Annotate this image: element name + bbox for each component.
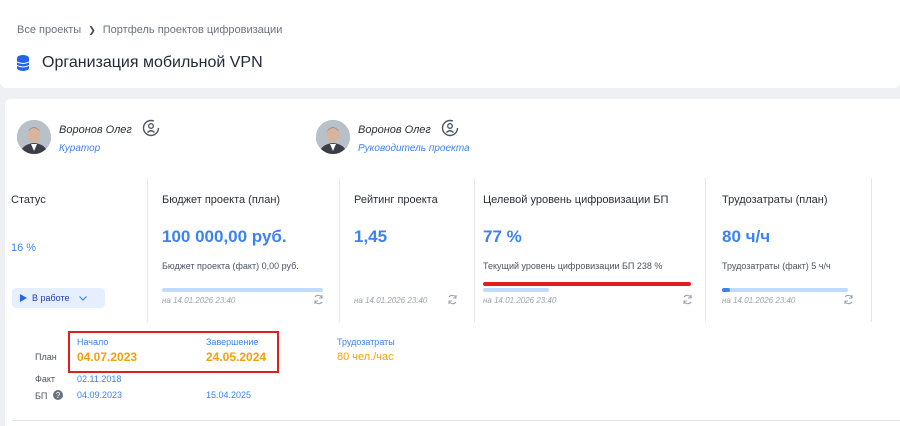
- status-state-label: В работе: [32, 293, 70, 303]
- labor-metric: Трудозатраты (план) 80 ч/ч Трудозатраты …: [706, 178, 872, 322]
- status-dropdown[interactable]: В работе: [12, 288, 105, 308]
- breadcrumb-root-link[interactable]: Все проекты: [17, 24, 81, 36]
- rating-title: Рейтинг проекта: [354, 194, 438, 206]
- project-title: Организация мобильной VPN: [42, 54, 263, 71]
- page-header: Все проекты ❯ Портфель проектов цифровиз…: [0, 0, 900, 88]
- digitalization-value: 77 %: [483, 227, 522, 246]
- bp-label: БП: [35, 391, 48, 401]
- status-metric: Статус 16 % В работе: [5, 178, 148, 322]
- breadcrumb: Все проекты ❯ Портфель проектов цифровиз…: [17, 24, 282, 36]
- avatar[interactable]: [316, 120, 350, 154]
- refresh-icon[interactable]: [682, 294, 693, 305]
- digitalization-title: Целевой уровень цифровизации БП: [483, 194, 669, 206]
- play-icon: [20, 294, 27, 302]
- digitalization-current: Текущий уровень цифровизации БП 238 %: [483, 261, 663, 271]
- start-header: Начало: [77, 337, 109, 347]
- labor-title: Трудозатраты (план): [722, 194, 828, 206]
- chevron-down-icon: [78, 295, 87, 301]
- bp-start-date: 04.09.2023: [77, 390, 123, 400]
- digitalization-metric: Целевой уровень цифровизации БП 77 % Тек…: [475, 178, 706, 322]
- rating-timestamp: на 14.01.2026 23:40: [354, 296, 428, 305]
- budget-timestamp: на 14.01.2026 23:40: [162, 296, 236, 305]
- user-refresh-icon[interactable]: [440, 118, 460, 138]
- rating-metric: Рейтинг проекта 1,45 на 14.01.2026 23:40: [340, 178, 475, 322]
- refresh-icon[interactable]: [313, 294, 324, 305]
- avatar[interactable]: [17, 120, 51, 154]
- bp-row-label: БП ?: [35, 390, 63, 401]
- refresh-icon[interactable]: [843, 294, 854, 305]
- section-divider: [12, 420, 900, 421]
- plan-start-date: 04.07.2023: [77, 350, 138, 364]
- digitalization-timestamp: на 14.01.2026 23:40: [483, 296, 557, 305]
- budget-fact: Бюджет проекта (факт) 0,00 руб.: [162, 261, 299, 271]
- avatar-portrait-icon: [17, 120, 51, 154]
- rating-value: 1,45: [354, 227, 388, 246]
- plan-row-label: План: [35, 352, 57, 362]
- avatar-portrait-icon: [316, 120, 350, 154]
- database-icon: [17, 55, 29, 71]
- status-percent: 16 %: [11, 242, 37, 254]
- bp-end-date: 15.04.2025: [206, 390, 252, 400]
- svg-text:?: ?: [56, 391, 61, 400]
- curator-name: Воронов Олег: [59, 124, 132, 136]
- fact-row-label: Факт: [35, 374, 56, 384]
- annotation-underline: [483, 282, 691, 286]
- curator-role: Куратор: [59, 143, 101, 154]
- fact-start-date: 02.11.2018: [77, 374, 122, 384]
- plan-end-date: 24.05.2024: [206, 350, 267, 364]
- budget-metric: Бюджет проекта (план) 100 000,00 руб. Бю…: [148, 178, 340, 322]
- budget-progress-bar: [162, 288, 323, 292]
- metrics-row: Статус 16 % В работе Бюджет проекта (пла…: [5, 178, 900, 322]
- page-title: Организация мобильной VPN: [17, 54, 263, 72]
- status-title: Статус: [11, 194, 46, 206]
- budget-value: 100 000,00 руб.: [162, 227, 287, 246]
- breadcrumb-current-link[interactable]: Портфель проектов цифровизации: [103, 24, 283, 36]
- user-refresh-icon[interactable]: [141, 118, 161, 138]
- labor-header: Трудозатраты: [337, 337, 395, 347]
- end-header: Завершение: [206, 337, 259, 347]
- help-icon[interactable]: ?: [52, 390, 63, 400]
- curator-person: Воронов Олег Куратор: [17, 118, 161, 154]
- labor-value: 80 ч/ч: [722, 227, 771, 246]
- chevron-right-icon: ❯: [88, 24, 96, 35]
- labor-progress-bar: [722, 288, 848, 292]
- digitalization-progress-bar: [483, 288, 549, 292]
- manager-person: Воронов Олег Руководитель проекта: [316, 118, 470, 154]
- budget-title: Бюджет проекта (план): [162, 194, 281, 206]
- refresh-icon[interactable]: [447, 294, 458, 305]
- manager-role: Руководитель проекта: [358, 143, 470, 154]
- manager-name: Воронов Олег: [358, 124, 431, 136]
- plan-labor-value: 80 чел./час: [337, 351, 394, 363]
- labor-fact: Трудозатраты (факт) 5 ч/ч: [722, 261, 831, 271]
- labor-timestamp: на 14.01.2026 23:40: [722, 296, 796, 305]
- labor-progress-fill: [722, 288, 730, 292]
